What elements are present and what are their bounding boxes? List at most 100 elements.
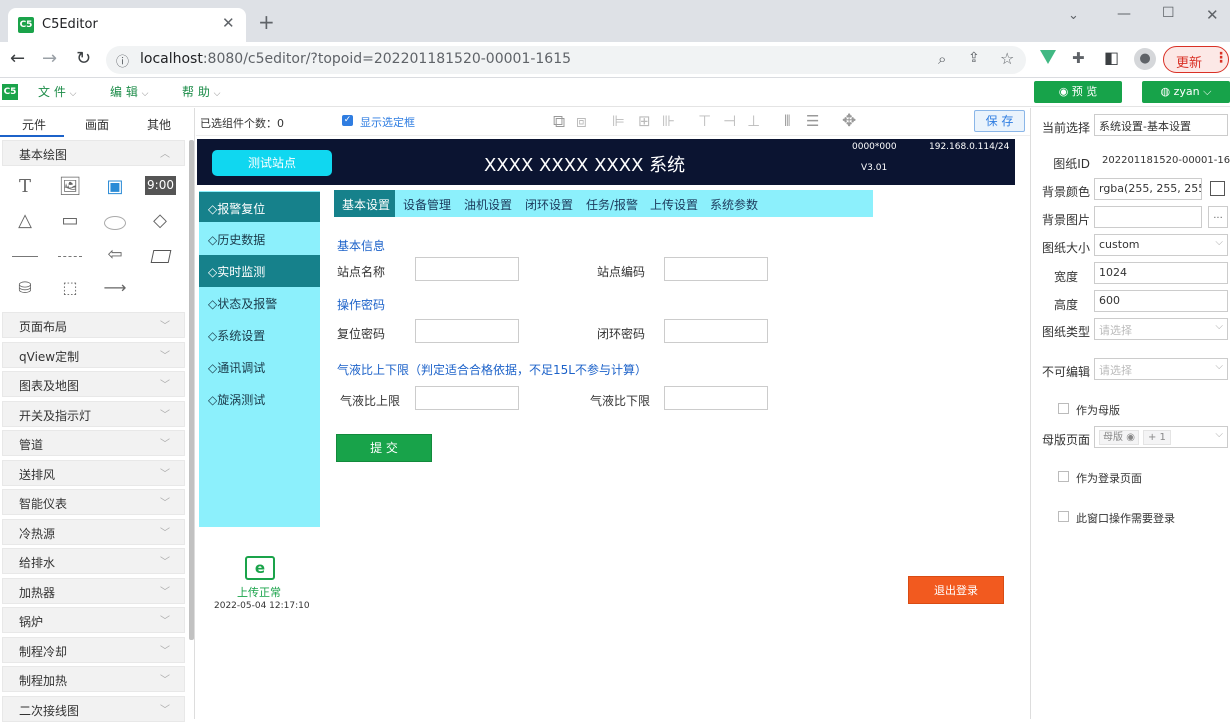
screen-nav-item[interactable]: ◇报警复位 (199, 192, 320, 222)
align-top-icon[interactable]: ⊤ (698, 112, 711, 130)
show-box-label[interactable]: 显示选定框 (360, 114, 415, 130)
ratio-upper-input[interactable] (415, 386, 519, 410)
new-tab-icon[interactable]: + (258, 10, 275, 34)
settings-tab[interactable]: 设备管理 (403, 190, 451, 217)
menu-file[interactable]: 文 件 ⌵ (38, 83, 76, 100)
user-menu-button[interactable]: ◍ zyan ⌵ (1142, 81, 1230, 103)
share-icon[interactable]: ⇪ (968, 50, 980, 66)
dashed-line-tool-icon[interactable] (58, 256, 82, 257)
browser-tab[interactable]: C5 C5Editor ✕ (8, 8, 246, 42)
need-login-checkbox[interactable] (1058, 511, 1069, 522)
width-input[interactable]: 1024 (1094, 262, 1228, 284)
category-item[interactable]: qView定制 ﹀ (2, 341, 185, 368)
settings-tab[interactable]: 系统参数 (710, 190, 758, 217)
window-close-icon[interactable]: ✕ (1206, 6, 1219, 24)
category-basic-drawing[interactable]: 基本绘图 ︿ (2, 140, 185, 166)
triangle-tool-icon[interactable]: △ (10, 210, 40, 236)
loop-password-input[interactable] (664, 319, 768, 343)
category-item[interactable]: 页面布局 ﹀ (2, 312, 185, 338)
side-panel-icon[interactable]: ◧ (1104, 48, 1119, 67)
category-item[interactable]: 开关及指示灯 ﹀ (2, 400, 185, 427)
cube-tool-icon[interactable]: ⬚ (55, 278, 85, 304)
ellipse-tool-icon[interactable] (104, 216, 126, 230)
site-info-icon[interactable]: ⓘ (116, 51, 129, 70)
line-tool-icon[interactable] (12, 256, 38, 257)
image-tool-icon[interactable]: 🖼 (55, 176, 85, 202)
size-select[interactable]: custom ⌵ (1094, 234, 1228, 256)
align-right-icon[interactable]: ⊪ (662, 112, 675, 130)
settings-tab[interactable]: 闭环设置 (525, 190, 573, 217)
colored-image-tool-icon[interactable]: ▣ (100, 176, 130, 202)
bg-image-input[interactable] (1094, 206, 1202, 228)
category-item[interactable]: 智能仪表 ﹀ (2, 489, 185, 515)
drawing-type-select[interactable]: 请选择 ⌵ (1094, 318, 1228, 340)
settings-tab[interactable]: 任务/报警 (586, 190, 638, 217)
align-center-icon[interactable]: ⊞ (638, 112, 651, 130)
tab-components[interactable]: 元件 (22, 116, 46, 133)
as-login-checkbox[interactable] (1058, 471, 1069, 482)
master-page-select[interactable]: 母版 ◉ + 1 ⌵ (1094, 426, 1228, 448)
rectangle-tool-icon[interactable]: ▭ (55, 210, 85, 236)
category-item[interactable]: 制程冷却 ﹀ (2, 636, 185, 663)
tab-search-icon[interactable]: ⌄ (1068, 8, 1079, 23)
align-left-icon[interactable]: ⊫ (612, 112, 625, 130)
distribute-vertical-icon[interactable]: ☰ (806, 112, 819, 130)
preview-button[interactable]: ◉ 预 览 (1034, 81, 1122, 103)
settings-tab[interactable]: 基本设置 (342, 190, 390, 217)
align-bottom-icon[interactable]: ⊥ (747, 112, 760, 130)
vue-devtools-icon[interactable] (1040, 50, 1056, 64)
show-box-checkbox[interactable]: ✓ (342, 115, 353, 126)
category-item[interactable]: 管道 ﹀ (2, 430, 185, 456)
screen-nav-item[interactable]: ◇系统设置 (199, 319, 320, 351)
arrow-line-tool-icon[interactable]: ⟶ (100, 278, 130, 304)
clock-tool-icon[interactable]: 9:00 (145, 176, 176, 195)
group-icon[interactable]: ⧉ (553, 112, 565, 132)
category-item[interactable]: 冷热源 ﹀ (2, 518, 185, 545)
text-tool-icon[interactable]: T (10, 176, 40, 202)
test-station-button[interactable]: 测试站点 (212, 150, 332, 176)
category-item[interactable]: 二次接线图 ﹀ (2, 695, 185, 722)
submit-button[interactable]: 提 交 (336, 434, 432, 462)
settings-tab[interactable]: 油机设置 (464, 190, 512, 217)
as-master-checkbox[interactable] (1058, 403, 1069, 414)
address-bar[interactable]: ⓘ localhost:8080/c5editor/?topoid=202201… (106, 46, 1026, 74)
distribute-horizontal-icon[interactable]: ⦀ (784, 112, 791, 130)
current-selection-field[interactable]: 系统设置-基本设置 (1094, 114, 1228, 136)
category-item[interactable]: 图表及地图 ﹀ (2, 371, 185, 397)
ratio-lower-input[interactable] (664, 386, 768, 410)
bookmark-star-icon[interactable]: ☆ (1000, 49, 1014, 68)
left-panel-scrollbar[interactable] (189, 140, 194, 640)
height-input[interactable]: 600 (1094, 290, 1228, 312)
zoom-icon[interactable]: ⌕ (938, 50, 946, 68)
diamond-tool-icon[interactable]: ◇ (145, 210, 175, 236)
category-item[interactable]: 加热器 ﹀ (2, 577, 185, 604)
cylinder-tool-icon[interactable]: ⛁ (10, 278, 40, 304)
menu-edit[interactable]: 编 辑 ⌵ (110, 83, 148, 100)
reload-icon[interactable]: ↻ (76, 48, 91, 69)
ungroup-icon[interactable]: ⧈ (576, 112, 587, 132)
save-button[interactable]: 保 存 (974, 110, 1025, 132)
align-middle-icon[interactable]: ⊣ (723, 112, 736, 130)
category-item[interactable]: 制程加热 ﹀ (2, 666, 185, 692)
back-icon[interactable]: ← (10, 48, 25, 69)
category-item[interactable]: 锅炉 ﹀ (2, 607, 185, 633)
parallelogram-tool-icon[interactable] (150, 250, 172, 263)
extensions-icon[interactable]: ✚ (1072, 49, 1085, 67)
arrow-shape-tool-icon[interactable]: ⇦ (100, 244, 130, 270)
bg-color-input[interactable]: rgba(255, 255, 255, 1) (1094, 178, 1202, 200)
screen-nav-item[interactable]: ◇状态及报警 (199, 287, 320, 319)
menu-help[interactable]: 帮 助 ⌵ (182, 83, 220, 100)
profile-avatar[interactable]: ● (1134, 48, 1156, 70)
station-name-input[interactable] (415, 257, 519, 281)
bg-image-browse-button[interactable]: ... (1208, 206, 1228, 228)
bg-color-swatch[interactable] (1210, 181, 1225, 196)
tag-close-icon[interactable]: ◉ (1126, 432, 1135, 443)
category-item[interactable]: 给排水 ﹀ (2, 548, 185, 574)
no-edit-select[interactable]: 请选择 ⌵ (1094, 358, 1228, 380)
logout-button[interactable]: 退出登录 (908, 576, 1004, 604)
screen-nav-item[interactable]: ◇实时监测 (199, 255, 320, 287)
tab-other[interactable]: 其他 (147, 116, 171, 133)
station-code-input[interactable] (664, 257, 768, 281)
maximize-icon[interactable]: ☐ (1162, 5, 1175, 21)
category-item[interactable]: 送排风 ﹀ (2, 459, 185, 486)
